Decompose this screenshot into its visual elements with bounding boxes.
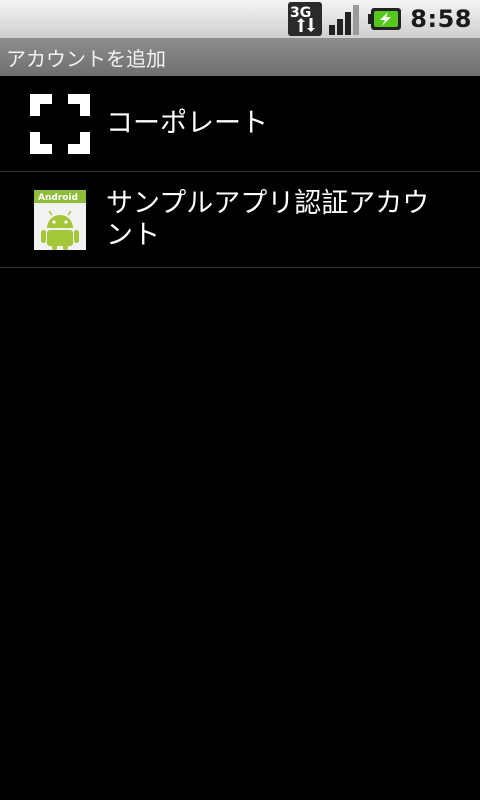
signal-strength-icon (329, 5, 360, 35)
list-item-corporate[interactable]: コーポレート (0, 76, 480, 172)
3g-data-icon: 3G (288, 2, 323, 36)
list-item-label: コーポレート (106, 107, 268, 139)
corporate-bracket-icon (30, 93, 90, 154)
list-item-label: サンプルアプリ認証アカウント (106, 187, 430, 251)
svg-text:Android: Android (38, 193, 78, 203)
android-app-icon: Android (34, 189, 86, 250)
battery-charging-icon (368, 8, 402, 30)
list-item-sample-app-account[interactable]: Android サンプルアプリ認証アカウント (0, 172, 480, 268)
status-clock: 8:58 (410, 5, 472, 33)
page-title: アカウントを追加 (6, 46, 166, 71)
status-bar: 3G 8:58 (0, 0, 480, 38)
account-type-list: コーポレート Android サンプルアプリ認証アカウント (0, 76, 480, 268)
title-bar: アカウントを追加 (0, 38, 480, 76)
